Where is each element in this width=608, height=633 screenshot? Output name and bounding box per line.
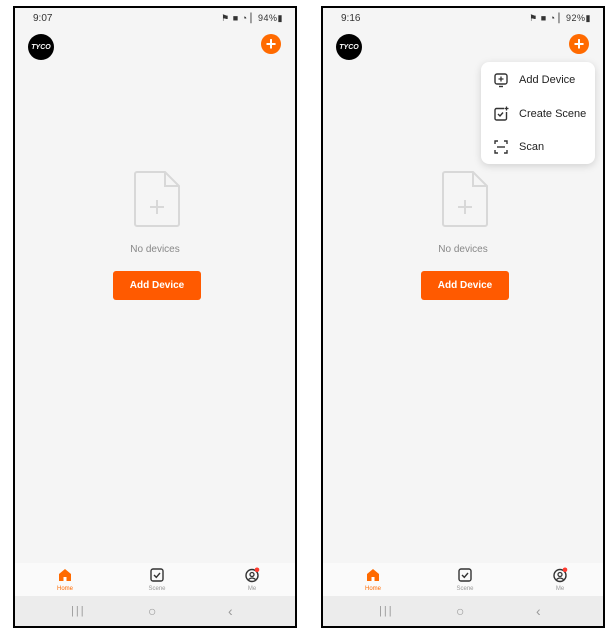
tab-scene[interactable]: Scene	[132, 567, 182, 592]
status-bar: 9:16 ⚑ ■ ◔ ▏92%▮	[323, 8, 603, 30]
status-time: 9:07	[33, 13, 53, 24]
status-bar: 9:07 ⚑ ■ ◔ ▏94%▮	[15, 8, 295, 30]
recent-apps-icon[interactable]: |||	[379, 605, 394, 617]
menu-item-label: Add Device	[519, 74, 576, 86]
home-icon	[367, 569, 379, 581]
system-nav-bar: ||| ○ ‹	[323, 596, 603, 626]
empty-document-icon	[134, 171, 180, 227]
scene-icon	[458, 568, 472, 582]
add-plus-button[interactable]: +	[569, 34, 589, 54]
tab-bar: Home Scene Me	[15, 563, 295, 600]
back-icon[interactable]: ‹	[228, 603, 233, 619]
menu-item-add-device[interactable]: Add Device	[481, 65, 595, 95]
add-device-button[interactable]: Add Device	[113, 271, 201, 300]
tab-home-label: Home	[56, 586, 73, 592]
profile-icon	[553, 567, 568, 583]
empty-state-text: No devices	[130, 244, 180, 255]
phone-screen-right: 9:16 ⚑ ■ ◔ ▏92%▮ TYCO + Add Device Creat…	[321, 6, 605, 628]
back-icon[interactable]: ‹	[536, 603, 541, 619]
create-scene-icon	[494, 106, 509, 121]
brand-logo[interactable]: TYCO	[336, 34, 362, 60]
tab-bar: Home Scene Me	[323, 563, 603, 600]
tab-home-label: Home	[364, 586, 381, 592]
scene-icon	[150, 568, 164, 582]
tab-scene[interactable]: Scene	[440, 567, 490, 592]
empty-document-icon	[442, 171, 488, 227]
home-circle-icon[interactable]: ○	[148, 603, 156, 619]
add-device-button[interactable]: Add Device	[421, 271, 509, 300]
recent-apps-icon[interactable]: |||	[71, 605, 86, 617]
home-circle-icon[interactable]: ○	[456, 603, 464, 619]
tab-scene-label: Scene	[456, 586, 474, 592]
tab-scene-label: Scene	[148, 586, 166, 592]
tab-me[interactable]: Me	[227, 567, 277, 592]
tab-me-label: Me	[247, 586, 257, 592]
empty-state-text: No devices	[438, 244, 488, 255]
tab-me-label: Me	[555, 586, 565, 592]
tab-home[interactable]: Home	[348, 567, 398, 592]
add-device-icon	[494, 73, 508, 88]
phone-screen-left: 9:07 ⚑ ■ ◔ ▏94%▮ TYCO + No devices Add D…	[13, 6, 297, 628]
home-icon	[59, 569, 71, 581]
system-nav-bar: ||| ○ ‹	[15, 596, 295, 626]
status-time: 9:16	[341, 13, 361, 24]
profile-icon	[245, 567, 260, 583]
menu-item-label: Create Scene	[519, 108, 587, 120]
brand-logo[interactable]: TYCO	[28, 34, 54, 60]
status-icons: ⚑ ■ ◔ ▏92%▮	[529, 13, 591, 23]
tab-me[interactable]: Me	[535, 567, 585, 592]
menu-item-label: Scan	[519, 141, 545, 153]
menu-item-create-scene[interactable]: Create Scene	[481, 99, 595, 129]
add-plus-button[interactable]: +	[261, 34, 281, 54]
menu-item-scan[interactable]: Scan	[481, 132, 595, 162]
status-icons: ⚑ ■ ◔ ▏94%▮	[221, 13, 283, 23]
tab-home[interactable]: Home	[40, 567, 90, 592]
scan-icon	[494, 140, 508, 154]
add-menu-dropdown: Add Device Create Scene Scan	[481, 62, 595, 164]
